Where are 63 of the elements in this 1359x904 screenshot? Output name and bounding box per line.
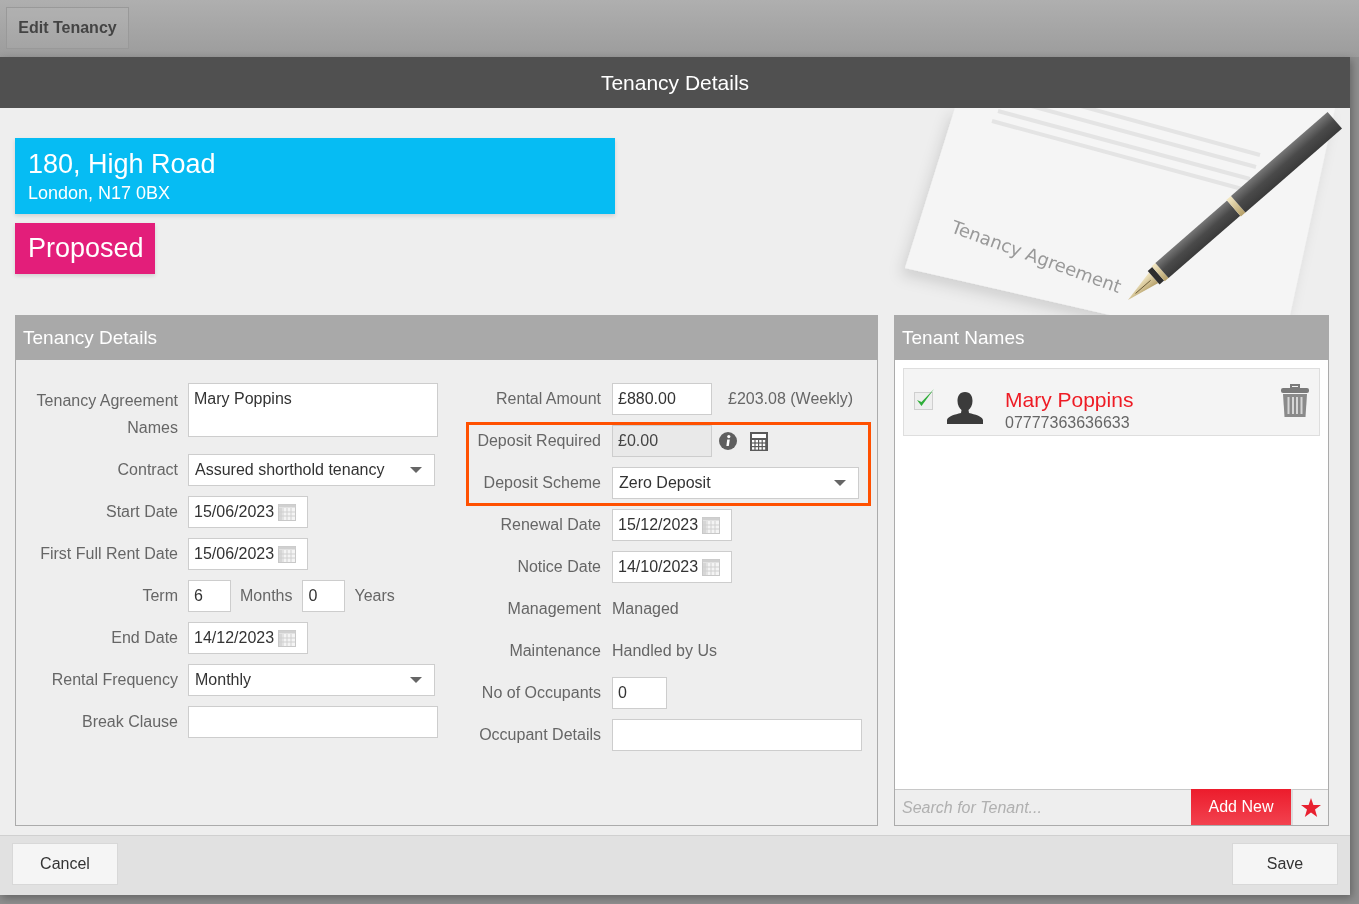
field-label: First Full Rent Date: [39, 544, 178, 564]
field-value: Managed: [612, 599, 679, 619]
calendar-icon[interactable]: [702, 516, 721, 534]
status-badge: Proposed: [15, 223, 155, 274]
field-label: Break Clause: [80, 712, 178, 732]
date-field[interactable]: 14/12/2023: [188, 622, 308, 654]
field-label: Occupant Details: [478, 725, 601, 745]
field-label: Rental Frequency: [50, 670, 178, 690]
text-field[interactable]: 0: [302, 580, 346, 612]
cancel-button[interactable]: Cancel: [12, 843, 118, 885]
panel-title: Tenancy Details: [23, 326, 158, 349]
person-icon: [946, 392, 984, 424]
panel-title: Tenant Names: [902, 326, 1025, 349]
date-field[interactable]: 15/06/2023: [188, 538, 308, 570]
star-icon: [1300, 798, 1321, 817]
trash-icon[interactable]: [1280, 384, 1310, 418]
field-label: Management: [506, 599, 601, 619]
text-field[interactable]: [612, 719, 862, 751]
text-field[interactable]: 0: [612, 677, 667, 709]
edit-tenancy-button[interactable]: Edit Tenancy: [6, 7, 129, 49]
unit-label: Months: [240, 587, 293, 605]
caret-icon: [834, 480, 846, 486]
field-label: Term: [141, 586, 178, 606]
tenant-phone: 07777363636633: [1005, 413, 1130, 433]
text-field[interactable]: [188, 706, 438, 738]
text-area[interactable]: Mary Poppins: [188, 383, 438, 437]
date-field[interactable]: 14/10/2023: [612, 551, 732, 583]
date-field[interactable]: 15/12/2023: [612, 509, 732, 541]
field-label: Deposit Required: [476, 431, 601, 451]
dropdown[interactable]: Monthly: [188, 664, 435, 696]
field-label: Start Date: [104, 502, 178, 522]
field-value: Handled by Us: [612, 641, 717, 661]
dropdown[interactable]: Assured shorthold tenancy: [188, 454, 435, 486]
dialog-title: Tenancy Details: [600, 70, 750, 95]
text-field[interactable]: 6: [188, 580, 231, 612]
field-label: Deposit Scheme: [482, 473, 601, 493]
calendar-icon[interactable]: [278, 545, 297, 563]
caret-icon: [410, 467, 422, 473]
field-label: Contract: [116, 460, 178, 480]
search-field[interactable]: Search for Tenant...: [895, 789, 1191, 825]
tenant-card[interactable]: Mary Poppins 07777363636633: [903, 368, 1320, 436]
field-label: Notice Date: [516, 557, 601, 577]
city-postcode: London, N17 0BX: [28, 182, 172, 205]
caret-icon: [410, 677, 422, 683]
field-label: Tenancy Agreement Names: [35, 391, 178, 438]
favourite-button[interactable]: [1291, 789, 1328, 825]
text-field[interactable]: £880.00: [612, 383, 712, 415]
field-label: Rental Amount: [495, 389, 601, 409]
unit-label: Years: [354, 587, 395, 605]
date-field[interactable]: 15/06/2023: [188, 496, 308, 528]
field-label: End Date: [110, 628, 178, 648]
save-button[interactable]: Save: [1232, 843, 1338, 885]
field-label: No of Occupants: [480, 683, 601, 703]
add-new-button[interactable]: Add New: [1191, 789, 1291, 825]
text-field: £0.00: [612, 425, 712, 457]
calendar-icon[interactable]: [278, 629, 297, 647]
field-label: Renewal Date: [499, 515, 601, 535]
calendar-icon[interactable]: [278, 503, 297, 521]
tenant-name[interactable]: Mary Poppins: [1005, 387, 1134, 413]
calendar-icon[interactable]: [702, 558, 721, 576]
field-label: Maintenance: [508, 641, 601, 661]
street-address: 180, High Road: [28, 148, 217, 181]
weekly-amount: £203.08 (Weekly): [728, 390, 854, 408]
